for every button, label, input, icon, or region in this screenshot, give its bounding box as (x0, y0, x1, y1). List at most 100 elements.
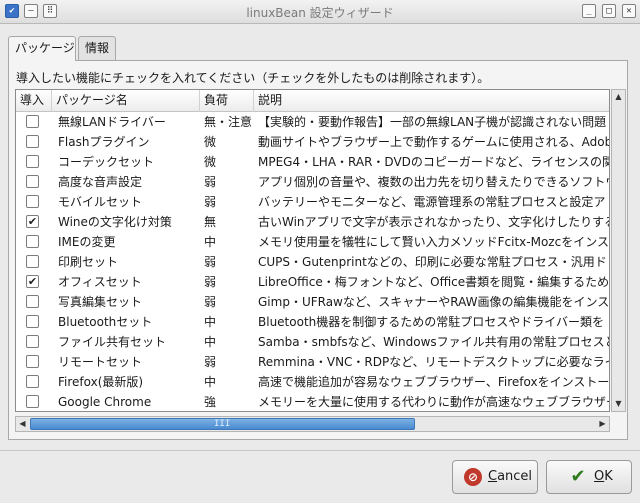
package-name: モバイルセット (58, 195, 143, 209)
package-description: 動画サイトやブラウザー上で動作するゲームに使用される、Adob (258, 135, 610, 149)
package-load: 弱 (204, 255, 217, 269)
package-load: 中 (204, 375, 217, 389)
package-description: LibreOffice・梅フォントなど、Office書類を閲覧・編集するために必 (258, 275, 610, 289)
install-checkbox[interactable] (26, 255, 39, 268)
package-name: オフィスセット (58, 275, 142, 289)
package-load: 中 (204, 315, 217, 329)
package-name: Google Chrome (58, 395, 152, 409)
package-description: CUPS・Gutenprintなどの、印刷に必要な常駐プロセス・汎用ド (258, 255, 607, 269)
horizontal-scroll-thumb[interactable]: III (30, 418, 415, 430)
package-load: 無 (204, 215, 217, 229)
install-checkbox[interactable] (26, 175, 39, 188)
package-name: 印刷セット (58, 255, 119, 269)
package-description: バッテリーやモニターなど、電源管理系の常駐プロセスと設定ア (258, 195, 606, 209)
cancel-button[interactable]: ⊘ Cancel (452, 460, 538, 494)
column-header-description[interactable]: 説明 (254, 90, 609, 112)
install-checkbox[interactable] (26, 395, 39, 408)
package-name: 無線LANドライバー (58, 115, 166, 129)
package-description: MPEG4・LHA・RAR・DVDのコピーガードなど、ライセンスの関係 (258, 155, 610, 169)
package-name: Bluetoothセット (58, 315, 153, 329)
package-description: メモリ使用量を犠牲にして賢い入力メソッドFcitx-Mozcをインスト (258, 235, 610, 249)
table-row[interactable]: Flashプラグイン 微 動画サイトやブラウザー上で動作するゲームに使用される、Ad… (16, 132, 610, 152)
table-row[interactable]: モバイルセット 弱 バッテリーやモニターなど、電源管理系の常駐プロセスと設定ア (16, 192, 609, 212)
cancel-label: Cancel (488, 469, 533, 484)
table-row[interactable]: ✔ オフィスセット 弱 LibreOffice・梅フォントなど、Office書類を閲覧… (16, 272, 610, 292)
install-checkbox[interactable] (26, 315, 39, 328)
package-name: 写真編集セット (58, 295, 143, 309)
package-description: Remmina・VNC・RDPなど、リモートデスクトップに必要なライブラ (258, 355, 610, 369)
package-load: 弱 (204, 175, 217, 189)
ok-label: OK (594, 469, 613, 484)
list-rows: 無線LANドライバー 無・注意 【実験的・要動作報告】一部の無線LAN子機が認識され… (16, 112, 610, 411)
table-row[interactable]: Firefox(最新版) 中 高速で機能追加が容易なウェブブラウザー、Firefox… (16, 372, 610, 392)
cancel-label-rest: ancel (497, 469, 533, 484)
table-row[interactable]: リモートセット 弱 Remmina・VNC・RDPなど、リモートデスクトップに必要な… (16, 352, 610, 372)
install-checkbox[interactable] (26, 295, 39, 308)
package-description: Bluetooth機器を制御するための常駐プロセスやドライバー類を (258, 315, 605, 329)
table-row[interactable]: IMEの変更 中 メモリ使用量を犠牲にして賢い入力メソッドFcitx-Mozcをイン… (16, 232, 610, 252)
package-description: Gimp・UFRawなど、スキャナーやRAW画像の編集機能をインスト (258, 295, 610, 309)
table-row[interactable]: ✔ Wineの文字化け対策 無 古いWinアプリで文字が表示されなかったり、文字化けし… (16, 212, 610, 232)
instruction-text: 導入したい機能にチェックを入れてください（チェックを外したものは削除されます）。 (16, 71, 490, 85)
package-load: 弱 (204, 195, 217, 209)
title-bar: ✔ – ⠿ linuxBean 設定ウィザード _ □ ✕ (0, 0, 640, 24)
install-checkbox[interactable] (26, 135, 39, 148)
table-row[interactable]: Google Chrome 強 メモリーを大量に使用する代わりに動作が高速なウェブブ… (16, 392, 610, 411)
package-list[interactable]: 導入 パッケージ名 負荷 説明 無線LANドライバー 無・注意 【実験的・要動作報告… (15, 89, 610, 412)
maximize-icon[interactable]: □ (602, 4, 616, 18)
package-name: Firefox(最新版) (58, 375, 144, 389)
install-checkbox[interactable]: ✔ (26, 215, 39, 228)
install-checkbox[interactable] (26, 195, 39, 208)
install-checkbox[interactable] (26, 355, 39, 368)
install-checkbox[interactable] (26, 335, 39, 348)
package-description: アプリ個別の音量や、複数の出力先を切り替えたりできるソフトウ (258, 175, 610, 189)
list-header: 導入 パッケージ名 負荷 説明 (16, 90, 609, 112)
close-icon[interactable]: ✕ (622, 4, 636, 18)
package-name: 高度な音声設定 (58, 175, 143, 189)
scroll-down-icon[interactable]: ▼ (612, 397, 625, 411)
install-checkbox[interactable] (26, 375, 39, 388)
divider (0, 450, 640, 451)
scroll-left-icon[interactable]: ◀ (16, 417, 29, 431)
scroll-up-icon[interactable]: ▲ (612, 90, 625, 104)
minimize-icon[interactable]: _ (582, 4, 596, 18)
scroll-right-icon[interactable]: ▶ (596, 417, 609, 431)
package-load: 中 (204, 235, 217, 249)
package-description: メモリーを大量に使用する代わりに動作が高速なウェブブラウザー (258, 395, 610, 409)
ok-label-rest: K (604, 469, 613, 484)
table-row[interactable]: 高度な音声設定 弱 アプリ個別の音量や、複数の出力先を切り替えたりできるソフトウ (16, 172, 610, 192)
window-title: linuxBean 設定ウィザード (246, 6, 394, 20)
table-row[interactable]: 写真編集セット 弱 Gimp・UFRawなど、スキャナーやRAW画像の編集機能をイン… (16, 292, 610, 312)
package-name: Wineの文字化け対策 (58, 215, 172, 229)
install-checkbox[interactable] (26, 115, 39, 128)
table-row[interactable]: ファイル共有セット 中 Samba・smbfsなど、Windowsファイル共有用の常… (16, 332, 609, 352)
package-description: 【実験的・要動作報告】一部の無線LAN子機が認識されない問題 (258, 115, 607, 129)
vertical-scrollbar[interactable]: ▲ ▼ (611, 89, 626, 412)
tab-packages[interactable]: パッケージ (8, 36, 76, 61)
package-load: 中 (204, 335, 217, 349)
table-row[interactable]: 印刷セット 弱 CUPS・Gutenprintなどの、印刷に必要な常駐プロセス・汎用… (16, 252, 609, 272)
package-load: 弱 (204, 275, 217, 289)
tab-info[interactable]: 情報 (78, 36, 116, 60)
package-description: 高速で機能追加が容易なウェブブラウザー、Firefoxをインストール (258, 375, 610, 389)
ok-button[interactable]: ✔ OK (546, 460, 632, 494)
package-load: 無・注意 (204, 115, 253, 129)
ok-icon: ✔ (570, 466, 586, 487)
scroll-grip: III (214, 419, 231, 429)
column-header-load[interactable]: 負荷 (200, 90, 254, 112)
install-checkbox[interactable] (26, 235, 39, 248)
package-load: 微 (204, 155, 217, 169)
install-checkbox[interactable]: ✔ (26, 275, 39, 288)
install-checkbox[interactable] (26, 155, 39, 168)
table-row[interactable]: コーデックセット 微 MPEG4・LHA・RAR・DVDのコピーガードなど、ライセン… (16, 152, 610, 172)
table-row[interactable]: Bluetoothセット 中 Bluetooth機器を制御するための常駐プロセスやド… (16, 312, 609, 332)
package-load: 微 (204, 135, 217, 149)
package-name: IMEの変更 (58, 235, 116, 249)
column-header-package[interactable]: パッケージ名 (52, 90, 200, 112)
table-row[interactable]: 無線LANドライバー 無・注意 【実験的・要動作報告】一部の無線LAN子機が認識され… (16, 112, 609, 132)
package-description: 古いWinアプリで文字が表示されなかったり、文字化けしたりする (258, 215, 610, 229)
package-load: 強 (204, 395, 217, 409)
horizontal-scrollbar[interactable]: ◀ III ▶ (15, 416, 610, 432)
column-header-install[interactable]: 導入 (16, 90, 52, 112)
cancel-icon: ⊘ (464, 468, 482, 486)
